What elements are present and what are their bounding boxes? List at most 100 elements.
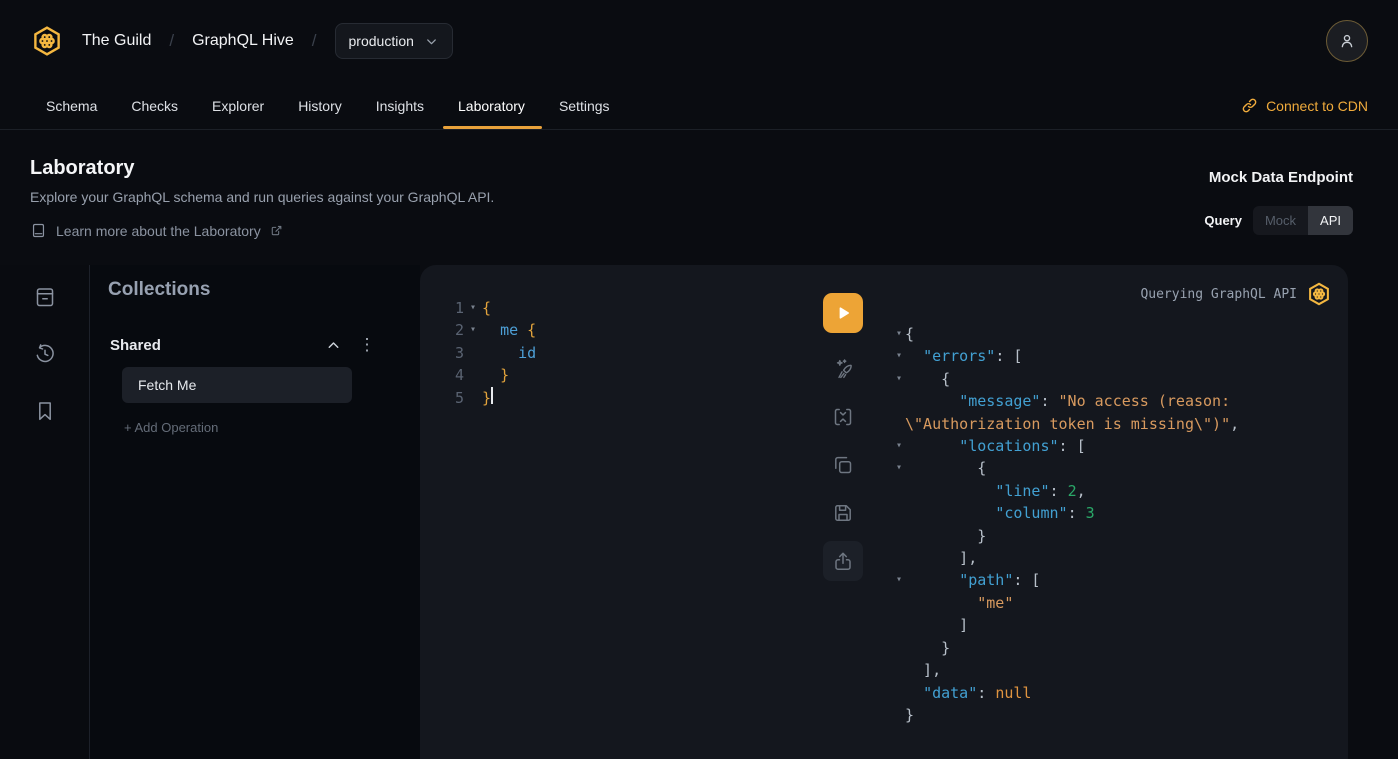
response-line: "me" (885, 592, 1338, 614)
line-number: 5 (454, 387, 464, 409)
user-menu-button[interactable] (1326, 20, 1368, 62)
fold-spacer (893, 659, 905, 681)
editor-line: 5} (454, 387, 823, 409)
line-number: 3 (454, 342, 464, 364)
editor-line: 4 } (454, 364, 823, 386)
plugin-sidebar (0, 265, 90, 759)
fold-arrow-icon[interactable]: ▾ (893, 569, 905, 591)
response-line: ], (885, 547, 1338, 569)
response-line: } (885, 637, 1338, 659)
tab-history[interactable]: History (298, 82, 342, 129)
breadcrumb-separator: / (169, 31, 174, 51)
collections-panel: Collections Shared ⋮ Fetch Me + Add Oper… (90, 265, 420, 759)
history-icon[interactable] (33, 342, 57, 366)
toggle-option-mock[interactable]: Mock (1253, 206, 1308, 235)
kebab-menu-icon[interactable]: ⋮ (356, 335, 378, 355)
response-line: ▾ "errors": [ (885, 345, 1338, 367)
copy-icon[interactable] (823, 445, 863, 485)
fold-spacer (893, 637, 905, 659)
add-operation-button[interactable]: + Add Operation (124, 420, 420, 435)
play-icon (834, 304, 852, 322)
query-editor[interactable]: 1▾{2▾ me {3 id4 }5} (420, 265, 823, 759)
page-heading-left: Laboratory Explore your GraphQL schema a… (30, 157, 494, 265)
fold-spacer (464, 387, 482, 409)
hive-logo-icon (1306, 281, 1332, 307)
connect-to-cdn-button[interactable]: Connect to CDN (1241, 97, 1368, 114)
target-selector-value: production (349, 33, 414, 49)
response-line: ] (885, 614, 1338, 636)
fold-arrow-icon[interactable]: ▾ (893, 435, 905, 457)
fold-spacer (893, 614, 905, 636)
tab-settings[interactable]: Settings (559, 82, 610, 129)
tab-insights[interactable]: Insights (376, 82, 424, 129)
top-bar: The Guild / GraphQL Hive / production (0, 0, 1398, 82)
doc-explorer-icon[interactable] (33, 285, 57, 309)
fold-arrow-icon[interactable]: ▾ (464, 297, 482, 319)
breadcrumb-org[interactable]: The Guild (82, 32, 151, 50)
learn-more-label: Learn more about the Laboratory (56, 223, 261, 239)
response-line: ▾ { (885, 457, 1338, 479)
chevron-up-icon[interactable] (325, 337, 342, 354)
response-line: "data": null (885, 682, 1338, 704)
book-icon (30, 222, 47, 239)
response-line: "column": 3 (885, 502, 1338, 524)
toggle-option-api[interactable]: API (1308, 206, 1353, 235)
fold-arrow-icon[interactable]: ▾ (464, 319, 482, 341)
target-selector[interactable]: production (335, 23, 453, 59)
tab-laboratory[interactable]: Laboratory (458, 82, 525, 129)
breadcrumb-project[interactable]: GraphQL Hive (192, 32, 294, 50)
tab-schema[interactable]: Schema (46, 82, 97, 129)
prettify-icon[interactable] (823, 349, 863, 389)
page-heading: Laboratory Explore your GraphQL schema a… (0, 130, 1398, 265)
fold-spacer (893, 592, 905, 614)
fold-spacer (893, 704, 905, 726)
fold-spacer (464, 364, 482, 386)
learn-more-link[interactable]: Learn more about the Laboratory (30, 222, 494, 239)
fold-arrow-icon[interactable]: ▾ (893, 457, 905, 479)
collection-group-label: Shared (110, 337, 325, 354)
fold-spacer (893, 682, 905, 704)
laboratory-workspace: Collections Shared ⋮ Fetch Me + Add Oper… (0, 265, 1398, 759)
response-line: ▾ "path": [ (885, 569, 1338, 591)
editor-line: 1▾{ (454, 297, 823, 319)
operation-item[interactable]: Fetch Me (122, 367, 352, 403)
share-icon[interactable] (823, 541, 863, 581)
bookmark-icon[interactable] (33, 399, 57, 423)
fold-arrow-icon[interactable]: ▾ (893, 345, 905, 367)
fold-spacer (893, 525, 905, 547)
target-tabs: Schema Checks Explorer History Insights Labor… (0, 82, 1398, 130)
response-line: } (885, 704, 1338, 726)
fold-spacer (893, 502, 905, 524)
response-status-text: Querying GraphQL API (1140, 287, 1297, 302)
fold-arrow-icon[interactable]: ▾ (893, 368, 905, 390)
tab-checks[interactable]: Checks (131, 82, 178, 129)
response-pane: Querying GraphQL API ▾{▾ "errors": [▾ { … (885, 265, 1348, 759)
merge-fragments-icon[interactable] (823, 397, 863, 437)
response-line: ▾ "locations": [ (885, 435, 1338, 457)
response-status: Querying GraphQL API (1140, 281, 1332, 307)
save-icon[interactable] (823, 493, 863, 533)
response-json: ▾{▾ "errors": [▾ { "message": "No access… (885, 323, 1338, 726)
editor-toolbar (823, 293, 863, 759)
response-line: \"Authorization token is missing\")", (885, 413, 1338, 435)
endpoint-toggle-row: Query MockAPI (1204, 206, 1353, 235)
collection-group-shared[interactable]: Shared ⋮ (108, 335, 420, 355)
breadcrumb: The Guild / GraphQL Hive / production (30, 23, 453, 59)
execute-query-button[interactable] (823, 293, 863, 333)
fold-spacer (464, 342, 482, 364)
breadcrumb-separator: / (312, 31, 317, 51)
tab-explorer[interactable]: Explorer (212, 82, 264, 129)
hive-logo-icon[interactable] (30, 23, 64, 59)
response-line: ▾{ (885, 323, 1338, 345)
external-link-icon (270, 224, 283, 237)
fold-spacer (893, 413, 905, 435)
connect-to-cdn-label: Connect to CDN (1266, 98, 1368, 114)
fold-spacer (893, 390, 905, 412)
line-number: 1 (454, 297, 464, 319)
response-line: "line": 2, (885, 480, 1338, 502)
fold-arrow-icon[interactable]: ▾ (893, 323, 905, 345)
response-line: ], (885, 659, 1338, 681)
editor-line: 2▾ me { (454, 319, 823, 341)
response-line: ▾ { (885, 368, 1338, 390)
collections-title: Collections (108, 279, 420, 301)
